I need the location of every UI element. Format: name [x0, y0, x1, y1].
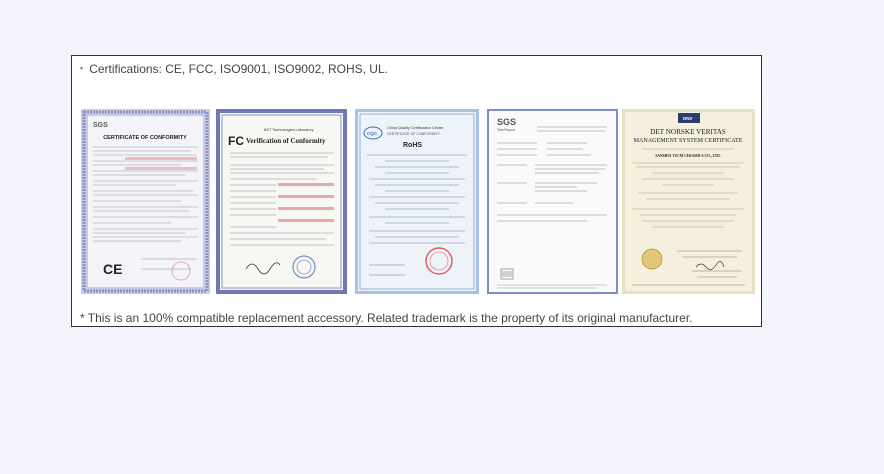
svg-text:BST Technologies Laboratory: BST Technologies Laboratory [264, 128, 314, 132]
fcc-certificate-image: BST Technologies Laboratory FC Verificat… [216, 109, 347, 294]
ce-certificate-image: SGS CERTIFICATE OF CONFORMITY CE [81, 109, 210, 294]
ce-mark-icon: CE [103, 261, 122, 277]
fcc-cert-title: Verification of Conformity [246, 137, 326, 145]
svg-text:CQC: CQC [367, 131, 378, 136]
svg-text:China Quality Certification Ce: China Quality Certification Centre [387, 126, 443, 130]
sgs-logo-icon: SGS [93, 122, 108, 129]
dnv-certificate-image: DNV DET NORSKE VERITAS MANAGEMENT SYSTEM… [622, 109, 755, 294]
gold-seal-icon [641, 248, 663, 270]
certifications-panel: ▪ Certifications: CE, FCC, ISO9001, ISO90… [71, 55, 762, 327]
svg-text:CERTIFICATE OF CONFORMITY: CERTIFICATE OF CONFORMITY [387, 132, 441, 136]
ce-cert-title: CERTIFICATE OF CONFORMITY [103, 135, 187, 141]
certificates-row: SGS CERTIFICATE OF CONFORMITY CE BST Tec… [81, 109, 756, 294]
dnv-org-title: DET NORSKE VERITAS [650, 128, 726, 136]
sgs-logo-icon: SGS [497, 117, 516, 127]
rohs-cert-title: RoHS [403, 142, 422, 149]
trademark-disclaimer: * This is an 100% compatible replacement… [80, 311, 693, 325]
dnv-cert-title: MANAGEMENT SYSTEM CERTIFICATE [634, 138, 743, 144]
fc-logo-icon: FC [228, 134, 244, 148]
rohs-certificate-image: CQC China Quality Certification Centre C… [355, 109, 479, 294]
sgs-test-report-image: SGS Test Report [487, 109, 618, 294]
svg-text:DNV: DNV [683, 116, 693, 121]
certifications-line: ▪ Certifications: CE, FCC, ISO9001, ISO90… [80, 62, 388, 76]
certifications-text: Certifications: CE, FCC, ISO9001, ISO900… [89, 62, 388, 76]
svg-text:Test Report: Test Report [497, 128, 515, 132]
svg-text:SANSHUI TUCM CERAMICS CO., LTD: SANSHUI TUCM CERAMICS CO., LTD. [655, 154, 720, 158]
bullet-icon: ▪ [80, 63, 84, 73]
